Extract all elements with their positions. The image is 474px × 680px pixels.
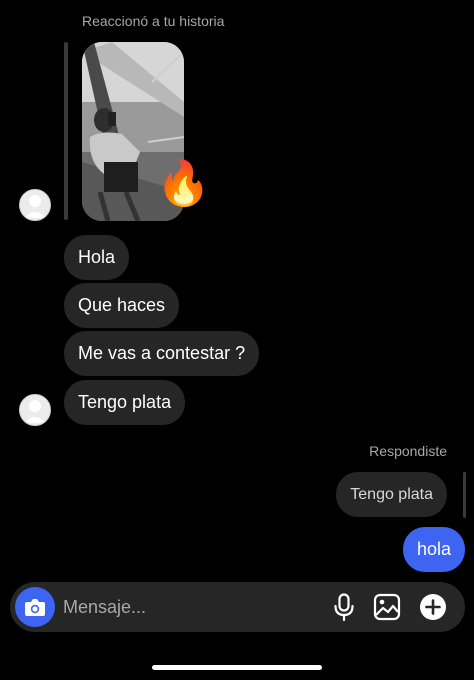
incoming-message-bubble[interactable]: Me vas a contestar ? xyxy=(64,331,260,376)
outgoing-message-bubble[interactable]: hola xyxy=(402,527,465,572)
camera-button[interactable] xyxy=(15,587,55,627)
story-quote-bar xyxy=(64,42,68,220)
home-indicator[interactable] xyxy=(152,665,322,670)
incoming-message-bubble[interactable]: Hola xyxy=(64,235,130,280)
story-reaction-caption: Reaccionó a tu historia xyxy=(82,13,225,29)
image-gallery-icon xyxy=(373,593,401,621)
replied-caption: Respondiste xyxy=(369,443,447,459)
avatar[interactable] xyxy=(19,189,51,221)
microphone-icon xyxy=(334,593,354,621)
plus-icon xyxy=(420,594,446,620)
gallery-button[interactable] xyxy=(372,592,402,622)
reply-quote-bar xyxy=(463,472,466,518)
incoming-message-bubble[interactable]: Que haces xyxy=(64,283,180,328)
message-composer xyxy=(10,582,465,632)
message-input[interactable] xyxy=(63,582,313,632)
camera-icon xyxy=(25,599,45,616)
microphone-button[interactable] xyxy=(329,592,359,622)
fire-reaction-emoji: 🔥 xyxy=(156,159,211,208)
quoted-reply-bubble[interactable]: Tengo plata xyxy=(336,472,447,517)
default-avatar-icon xyxy=(24,400,46,423)
more-options-button[interactable] xyxy=(418,592,448,622)
default-avatar-icon xyxy=(24,195,46,218)
avatar[interactable] xyxy=(19,394,51,426)
incoming-message-bubble[interactable]: Tengo plata xyxy=(64,380,186,425)
